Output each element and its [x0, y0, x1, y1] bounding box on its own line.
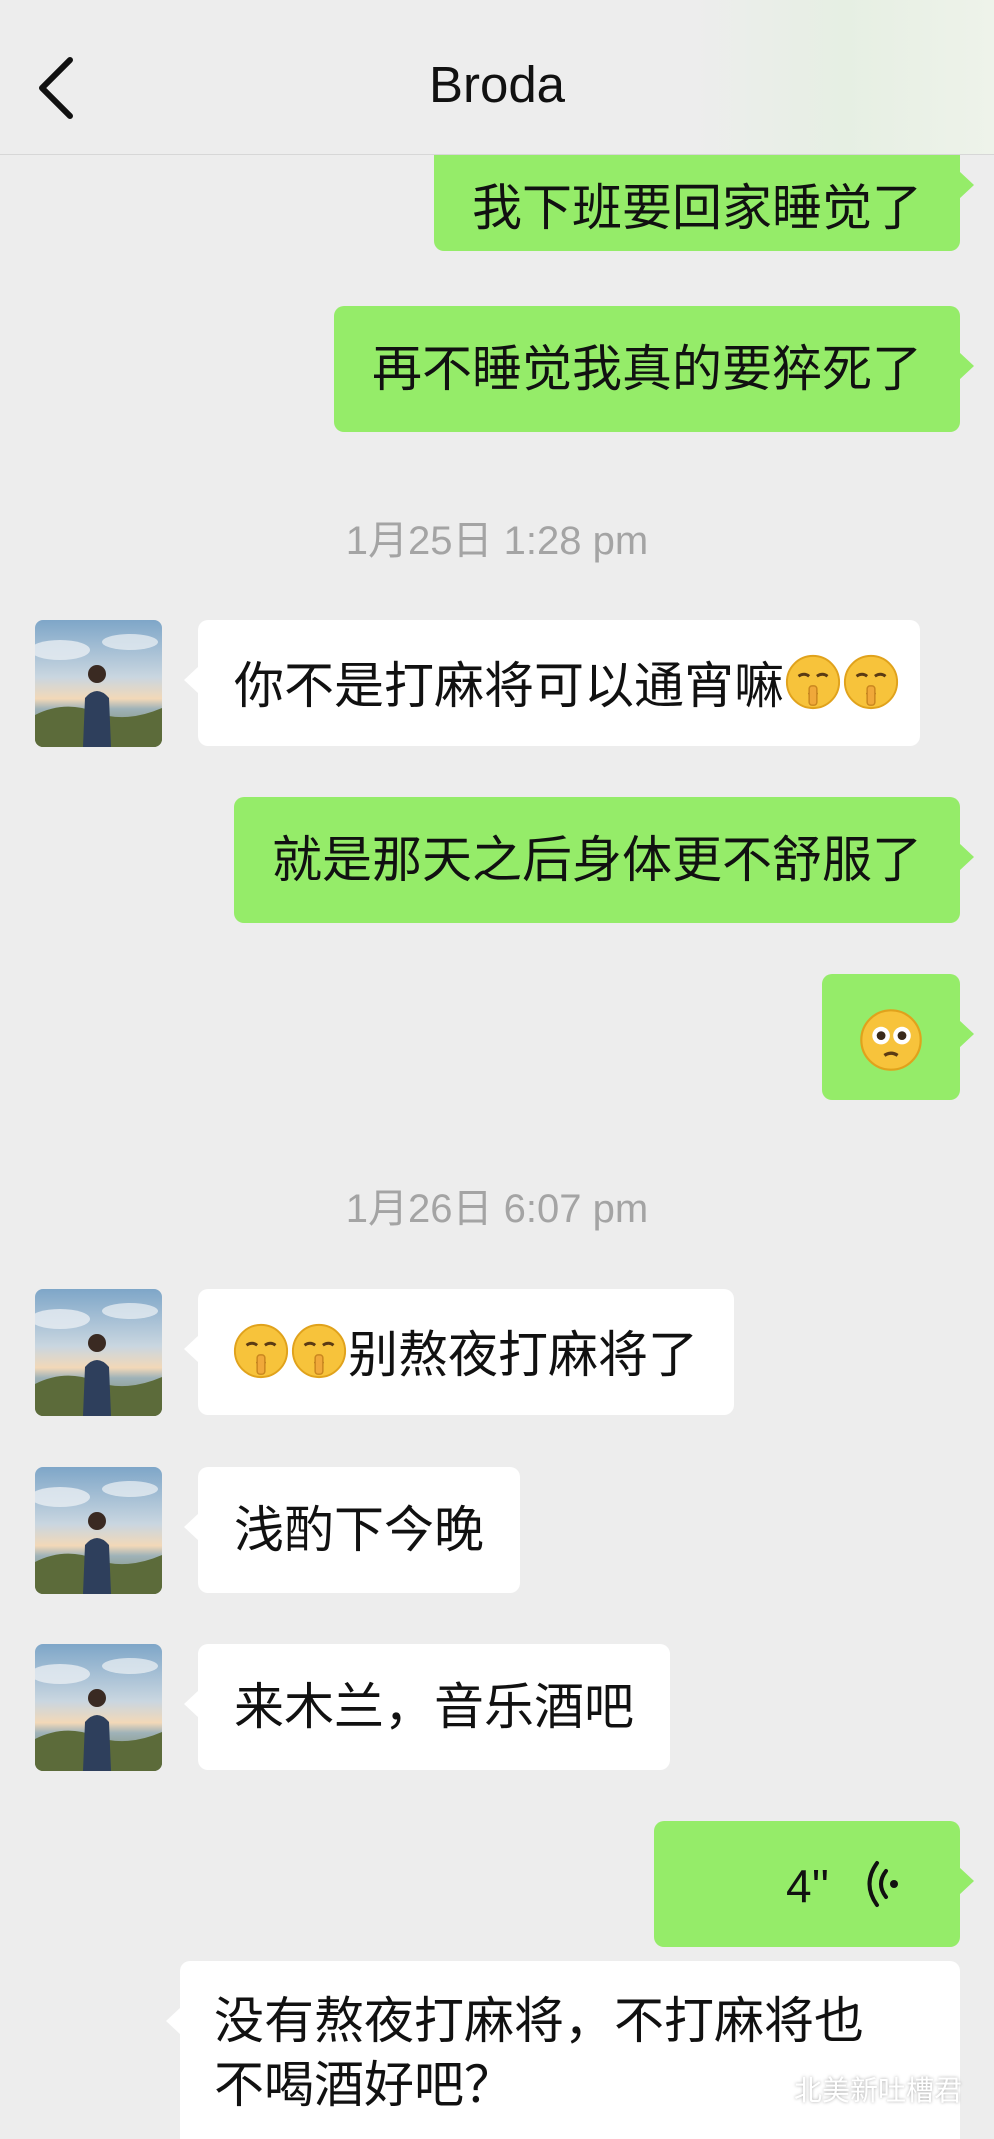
message-bubble-incoming[interactable]: 浅酌下今晚	[184, 1467, 520, 1593]
message-bubble-outgoing[interactable]: 就是那天之后身体更不舒服了	[234, 797, 974, 923]
message-text: 再不睡觉我真的要猝死了	[372, 340, 922, 398]
message-text: 你不是打麻将可以通宵嘛	[234, 657, 784, 715]
chat-title: Broda	[428, 56, 566, 113]
message-bubble-outgoing[interactable]: 再不睡觉我真的要猝死了	[334, 306, 974, 432]
watermark: 北美新吐槽君	[748, 2069, 962, 2109]
contact-avatar[interactable]	[35, 1467, 162, 1594]
shushing-face-icon	[785, 654, 841, 710]
contact-avatar[interactable]	[35, 1644, 162, 1771]
watermark-text: 北美新吐槽君	[793, 2074, 962, 2107]
message-bubble-incoming[interactable]: 别熬夜打麻将了	[184, 1289, 734, 1415]
shushing-face-icon	[291, 1323, 347, 1379]
voice-duration: 4''	[786, 1860, 830, 1912]
message-bubble-outgoing[interactable]: 没有熬夜打麻将，不打麻将也 不喝酒好吧？	[166, 1961, 960, 2139]
message-bubble-outgoing[interactable]	[822, 974, 974, 1100]
message-timestamp: 1月25日 1:28 pm	[345, 519, 649, 563]
shushing-face-icon	[843, 654, 899, 710]
shushing-face-icon	[233, 1323, 289, 1379]
message-text: 别熬夜打麻将了	[348, 1326, 698, 1384]
message-bubble-outgoing[interactable]: 我下班要回家睡觉了	[434, 155, 974, 251]
message-text-line-1: 没有熬夜打麻将，不打麻将也	[214, 1992, 864, 2050]
contact-avatar[interactable]	[35, 620, 162, 747]
message-text: 来木兰，音乐酒吧	[234, 1678, 634, 1736]
message-timestamp: 1月26日 6:07 pm	[345, 1187, 649, 1231]
message-text: 浅酌下今晚	[234, 1501, 484, 1559]
message-text: 就是那天之后身体更不舒服了	[272, 831, 922, 889]
chat-header: Broda	[0, 0, 994, 155]
message-bubble-incoming[interactable]: 来木兰，音乐酒吧	[184, 1644, 670, 1770]
message-bubble-incoming[interactable]: 你不是打麻将可以通宵嘛	[184, 620, 920, 746]
contact-avatar[interactable]	[35, 1289, 162, 1416]
dizzy-face-icon	[860, 1009, 922, 1071]
voice-wave-icon	[867, 1861, 898, 1907]
message-list[interactable]: 我下班要回家睡觉了 再不睡觉我真的要猝死了 1月25日 1:28 pm 你不是打…	[0, 155, 994, 2139]
voice-message-bubble[interactable]: 4''	[654, 1821, 974, 1947]
wechat-icon	[748, 2078, 786, 2104]
message-text: 我下班要回家睡觉了	[472, 179, 922, 237]
